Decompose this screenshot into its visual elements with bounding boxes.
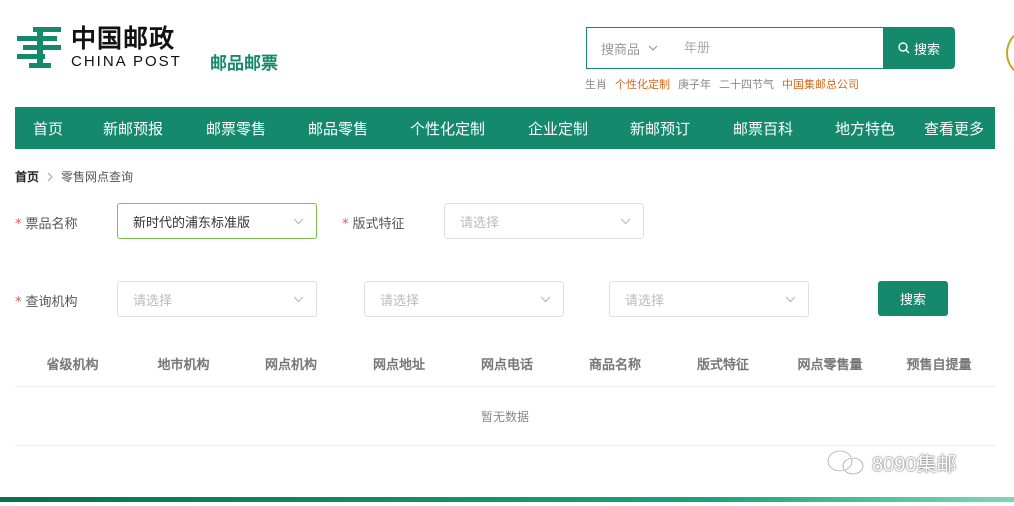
nav-item-stamp-retail[interactable]: 邮票零售 [206, 118, 266, 139]
column-header: 网点机构 [264, 357, 317, 373]
hot-word-link[interactable]: 中国集邮总公司 [782, 76, 859, 92]
column-header: 商品名称 [588, 357, 641, 373]
column-header: 预售自提量 [906, 357, 972, 373]
required-mark: * [15, 217, 22, 232]
watermark-text: 8090集邮 [872, 454, 957, 476]
product-name-label: * 票品名称 [15, 217, 78, 232]
side-badge-icon[interactable] [1006, 30, 1014, 76]
chevron-right-icon [47, 172, 53, 181]
search-category-select[interactable]: 搜商品 [601, 39, 658, 58]
header-search-button-label: 搜索 [913, 42, 940, 58]
wechat-icon [827, 449, 864, 475]
nav-item-stamp-encyclopedia[interactable]: 邮票百科 [733, 118, 793, 139]
hot-word-link[interactable]: 个性化定制 [615, 76, 670, 92]
nav-item-home[interactable]: 首页 [33, 118, 63, 139]
column-header: 网点零售量 [797, 357, 863, 373]
search-icon [898, 42, 910, 54]
site-subtitle: 邮品邮票 [210, 54, 278, 74]
column-header: 地市机构 [157, 357, 210, 373]
city-org-select[interactable]: 请选择 [364, 281, 564, 317]
column-header: 版式特征 [696, 357, 749, 373]
search-box: 搜商品 [586, 27, 884, 69]
china-post-logo-icon [17, 27, 61, 68]
hot-word-link[interactable]: 庚子年 [678, 76, 711, 92]
logo-english-name: CHINA POST [71, 53, 182, 70]
hot-word-link[interactable]: 二十四节气 [719, 76, 774, 92]
header-search-button[interactable]: 搜索 [883, 27, 955, 69]
chevron-down-icon [785, 296, 796, 302]
city-org-placeholder: 请选择 [380, 293, 420, 309]
required-mark: * [342, 217, 349, 232]
nav-item-enterprise[interactable]: 企业定制 [528, 118, 588, 139]
search-input[interactable] [684, 40, 845, 56]
logo-chinese-name: 中国邮政 [71, 24, 176, 53]
chevron-down-icon [293, 218, 304, 224]
breadcrumb-home[interactable]: 首页 [15, 168, 39, 185]
breadcrumb: 首页 零售网点查询 [15, 168, 133, 185]
chevron-down-icon [620, 218, 631, 224]
query-search-button[interactable]: 搜索 [878, 281, 948, 316]
nav-item-more[interactable]: 查看更多 [924, 118, 984, 139]
main-nav: 首页 新邮预报 邮票零售 邮品零售 个性化定制 企业定制 新邮预订 邮票百科 地… [15, 107, 995, 149]
wechat-watermark: 8090集邮 [826, 448, 957, 477]
chevron-down-icon [540, 296, 551, 302]
outlet-org-select[interactable]: 请选择 [609, 281, 809, 317]
chevron-down-icon [648, 45, 658, 51]
format-select[interactable]: 请选择 [444, 203, 644, 239]
nav-item-personalized[interactable]: 个性化定制 [410, 118, 485, 139]
province-org-placeholder: 请选择 [133, 293, 173, 309]
hot-word-link[interactable]: 生肖 [585, 76, 607, 92]
product-name-value: 新时代的浦东标准版 [133, 215, 251, 231]
nav-item-new-stamp-forecast[interactable]: 新邮预报 [103, 118, 163, 139]
product-name-select[interactable]: 新时代的浦东标准版 [117, 203, 317, 239]
breadcrumb-current: 零售网点查询 [61, 170, 134, 184]
chevron-down-icon [293, 296, 304, 302]
required-mark: * [15, 295, 22, 310]
footer-gradient-bar [0, 497, 1014, 502]
format-label: * 版式特征 [342, 217, 405, 232]
column-header: 网点电话 [480, 357, 533, 373]
nav-item-philatelic-retail[interactable]: 邮品零售 [308, 118, 368, 139]
column-header: 省级机构 [46, 357, 99, 373]
column-header: 网点地址 [372, 357, 425, 373]
search-category-label: 搜商品 [601, 42, 641, 58]
province-org-select[interactable]: 请选择 [117, 281, 317, 317]
table-empty-state: 暂无数据 [15, 388, 995, 446]
format-placeholder: 请选择 [460, 215, 500, 231]
nav-item-new-stamp-order[interactable]: 新邮预订 [630, 118, 690, 139]
hot-words: 生肖 个性化定制 庚子年 二十四节气 中国集邮总公司 [585, 76, 859, 92]
table-header: 省级机构 地市机构 网点机构 网点地址 网点电话 商品名称 版式特征 网点零售量… [15, 340, 995, 387]
outlet-org-placeholder: 请选择 [625, 293, 665, 309]
org-label: * 查询机构 [15, 295, 78, 310]
nav-item-local-specialties[interactable]: 地方特色 [835, 118, 895, 139]
china-post-logo[interactable]: 中国邮政 CHINA POST [15, 24, 182, 72]
